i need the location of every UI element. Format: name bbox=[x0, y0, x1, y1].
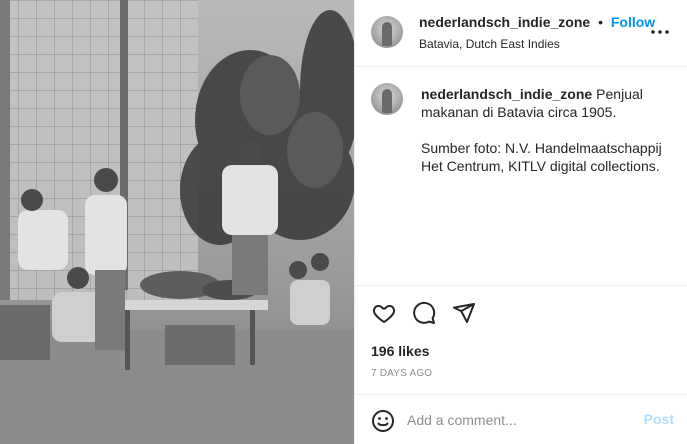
more-options-icon[interactable] bbox=[650, 22, 670, 42]
action-icons bbox=[371, 300, 477, 326]
post-side-panel: nederlandsch_indie_zone • Follow Batavia… bbox=[354, 0, 687, 444]
post-photo[interactable] bbox=[0, 0, 354, 444]
comment-icon[interactable] bbox=[411, 300, 437, 326]
caption-avatar[interactable] bbox=[371, 83, 403, 115]
separator: • bbox=[598, 14, 603, 30]
follow-button[interactable]: Follow bbox=[611, 14, 655, 30]
avatar[interactable] bbox=[371, 16, 403, 48]
caption-text: nederlandsch_indie_zone Penjual makanan d… bbox=[421, 85, 671, 175]
user-line: nederlandsch_indie_zone • Follow bbox=[419, 14, 655, 30]
location-link[interactable]: Batavia, Dutch East Indies bbox=[419, 37, 560, 51]
post-timestamp[interactable]: 7 DAYS AGO bbox=[371, 368, 432, 379]
caption-line-2: Sumber foto: N.V. Handelmaatschappij Het… bbox=[421, 140, 662, 174]
heart-icon[interactable] bbox=[371, 300, 397, 326]
post-header: nederlandsch_indie_zone • Follow Batavia… bbox=[355, 0, 687, 67]
comment-input[interactable] bbox=[407, 407, 627, 433]
likes-count[interactable]: 196 likes bbox=[371, 343, 429, 359]
caption-username[interactable]: nederlandsch_indie_zone bbox=[421, 86, 592, 102]
comment-bar: Post bbox=[355, 394, 687, 444]
caption-section: nederlandsch_indie_zone Penjual makanan d… bbox=[355, 67, 687, 285]
username-link[interactable]: nederlandsch_indie_zone bbox=[419, 14, 590, 30]
emoji-icon[interactable] bbox=[371, 409, 395, 433]
post-comment-button[interactable]: Post bbox=[644, 411, 674, 427]
share-icon[interactable] bbox=[451, 300, 477, 326]
vintage-photo-image bbox=[0, 0, 354, 444]
